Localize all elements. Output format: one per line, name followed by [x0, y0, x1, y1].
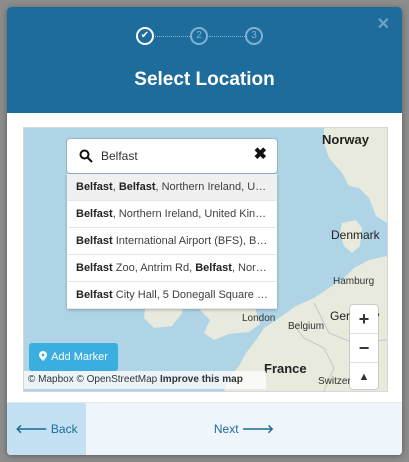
add-marker-button[interactable]: Add Marker	[29, 343, 118, 371]
map-label-belgium: Belgium	[288, 321, 325, 332]
map-view[interactable]: Norway Denmark Hamburg London Belgium Ge…	[23, 127, 388, 392]
suggestion-item[interactable]: Belfast International Airport (BFS), Bal…	[67, 228, 277, 255]
step-connector	[155, 36, 190, 37]
modal-header: ✕ ✔ 2 3 Select Location	[7, 7, 402, 113]
close-icon[interactable]: ✕	[377, 17, 390, 33]
back-button[interactable]: 🡐 Back	[7, 403, 86, 455]
search-input[interactable]	[101, 147, 241, 165]
step-1-check-icon: ✔	[136, 27, 154, 45]
map-attribution: © Mapbox © OpenStreetMap Improve this ma…	[24, 371, 266, 389]
map-pin-icon	[39, 351, 48, 361]
add-marker-label: Add Marker	[51, 351, 108, 363]
back-label: Back	[50, 422, 78, 436]
search-icon	[79, 149, 93, 163]
suggestion-item[interactable]: Belfast, Northern Ireland, United Kingd…	[67, 201, 277, 228]
suggestion-item[interactable]: Belfast Zoo, Antrim Rd, Belfast, North…	[67, 255, 277, 282]
search-box: ✖	[67, 139, 277, 173]
map-label-hamburg: Hamburg	[333, 276, 375, 287]
map-label-france: France	[264, 361, 307, 376]
step-3: 3	[245, 27, 263, 45]
zoom-out-button[interactable]: −	[350, 334, 378, 363]
step-2: 2	[190, 27, 208, 45]
suggestion-item[interactable]: Belfast, Belfast, Northern Ireland, Unit…	[67, 174, 277, 201]
map-label-london: London	[242, 313, 276, 324]
attribution-text[interactable]: © Mapbox © OpenStreetMap	[28, 374, 157, 385]
improve-map-link[interactable]: Improve this map	[160, 374, 243, 385]
modal-footer: 🡐 Back Next 🡒	[7, 402, 402, 455]
map-label-denmark: Denmark	[331, 228, 380, 242]
clear-search-icon[interactable]: ✖	[254, 147, 267, 163]
arrow-right-icon: 🡒	[241, 422, 275, 436]
next-button[interactable]: Next 🡒	[86, 403, 402, 455]
next-label: Next	[213, 422, 239, 436]
zoom-in-button[interactable]: +	[350, 305, 378, 334]
select-location-modal: ✕ ✔ 2 3 Select Location Norway Denmark H…	[7, 7, 402, 455]
suggestion-item[interactable]: Belfast City Hall, 5 Donegall Square S,…	[67, 282, 277, 309]
map-label-norway: Norway	[322, 132, 369, 147]
compass-icon[interactable]: ▲	[350, 363, 378, 391]
zoom-controls: + − ▲	[350, 305, 378, 389]
arrow-left-icon: 🡐	[15, 422, 48, 436]
step-connector	[209, 36, 245, 37]
modal-title: Select Location	[134, 69, 275, 90]
suggestions-list: Belfast, Belfast, Northern Ireland, Unit…	[67, 174, 277, 309]
